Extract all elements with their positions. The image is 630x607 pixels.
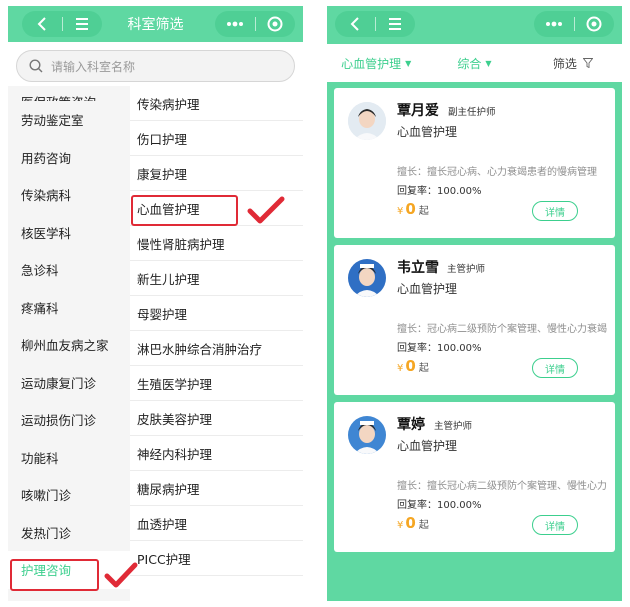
- nurse-name: 覃婷: [397, 417, 425, 433]
- department-item[interactable]: 伤口护理: [130, 121, 303, 156]
- department-filter-dropdown[interactable]: 心血管护理 ▼: [327, 55, 425, 72]
- nav-capsule-left: [22, 11, 102, 37]
- price: ¥0 起: [397, 357, 429, 375]
- nurse-card[interactable]: 覃月爱 副主任护师 心血管护理 擅长：擅长冠心病、心力衰竭患者的慢病管理 回复率…: [334, 88, 615, 238]
- close-miniprogram-icon[interactable]: [256, 16, 296, 32]
- menu-icon[interactable]: [63, 18, 103, 30]
- price: ¥0 起: [397, 200, 429, 218]
- department-filter-screen: 科室筛选 请输入科室名称 医保政策咨询 劳动鉴定室 用药咨询 传染病科 核医学科…: [8, 6, 303, 601]
- sidebar-item[interactable]: 咳嗽门诊: [8, 476, 130, 514]
- sidebar-item[interactable]: 劳动鉴定室: [8, 101, 130, 139]
- nurse-title: 主管护师: [447, 264, 486, 275]
- sidebar-item[interactable]: 医保政策咨询: [8, 86, 130, 101]
- caret-down-icon: ▼: [405, 58, 412, 68]
- sidebar-item[interactable]: 运动康复门诊: [8, 364, 130, 402]
- nurse-title: 主管护师: [434, 421, 473, 432]
- department-item[interactable]: 皮肤美容护理: [130, 401, 303, 436]
- department-item[interactable]: 血透护理: [130, 506, 303, 541]
- more-icon[interactable]: [215, 21, 255, 27]
- avatar: [348, 259, 386, 297]
- department-picker: 医保政策咨询 劳动鉴定室 用药咨询 传染病科 核医学科 急诊科 疼痛科 柳州血友…: [8, 86, 303, 601]
- category-sidebar: 医保政策咨询 劳动鉴定室 用药咨询 传染病科 核医学科 急诊科 疼痛科 柳州血友…: [8, 86, 130, 601]
- sidebar-item[interactable]: 急诊科: [8, 251, 130, 289]
- sidebar-item[interactable]: 发热门诊: [8, 514, 130, 552]
- nurse-department: 心血管护理: [397, 439, 458, 453]
- page-title: 科室筛选: [127, 17, 184, 33]
- sidebar-item[interactable]: 用药咨询: [8, 139, 130, 177]
- nav-capsule-left: [335, 11, 415, 37]
- nurse-specialty: 擅长：冠心病二级预防个案管理、慢性心力衰竭管理: [397, 324, 607, 335]
- avatar: [348, 102, 386, 140]
- checkmark-icon: [104, 562, 138, 588]
- department-list: 传染病护理 伤口护理 康复护理 心血管护理 慢性肾脏病护理 新生儿护理 母婴护理…: [130, 86, 303, 601]
- back-icon[interactable]: [335, 17, 375, 31]
- left-header: 科室筛选: [8, 6, 303, 42]
- nurse-specialty: 擅长：擅长冠心病、心力衰竭患者的慢病管理: [397, 167, 597, 178]
- sidebar-item[interactable]: 运动损伤门诊: [8, 401, 130, 439]
- filter-button[interactable]: 筛选: [524, 55, 622, 72]
- highlight-box-department: [131, 195, 238, 226]
- department-item[interactable]: 生殖医学护理: [130, 366, 303, 401]
- close-miniprogram-icon[interactable]: [575, 16, 615, 32]
- caret-down-icon: ▼: [485, 58, 492, 68]
- right-header: [327, 6, 622, 42]
- department-item[interactable]: 康复护理: [130, 156, 303, 191]
- department-item[interactable]: 传染病护理: [130, 86, 303, 121]
- department-item[interactable]: 淋巴水肿综合消肿治疗: [130, 331, 303, 366]
- search-icon: [29, 59, 43, 73]
- nav-capsule-right: [215, 11, 295, 37]
- highlight-box-category: [10, 559, 99, 591]
- nurse-name: 覃月爱: [397, 103, 439, 119]
- search-bar: 请输入科室名称: [8, 42, 303, 90]
- nurse-specialty: 擅长：擅长冠心病二级预防个案管理、慢性心力衰竭: [397, 481, 607, 492]
- menu-icon[interactable]: [376, 18, 416, 30]
- nurse-list-screen: 心血管护理 ▼ 综合 ▼ 筛选 覃月爱 副主任护师 心血管护理 擅长：擅长冠心病、心…: [327, 6, 622, 601]
- avatar: [348, 416, 386, 454]
- sidebar-item[interactable]: 核医学科: [8, 214, 130, 252]
- detail-button[interactable]: 详情: [532, 358, 578, 378]
- funnel-icon: [582, 58, 593, 68]
- nurse-department: 心血管护理: [397, 125, 458, 139]
- nurse-name: 韦立雪: [397, 260, 439, 276]
- detail-button[interactable]: 详情: [532, 201, 578, 221]
- sort-dropdown[interactable]: 综合 ▼: [425, 55, 523, 72]
- department-item[interactable]: PICC护理: [130, 541, 303, 576]
- nurse-title: 副主任护师: [448, 107, 496, 118]
- search-placeholder: 请输入科室名称: [51, 59, 136, 74]
- sidebar-item[interactable]: 柳州血友病之家: [8, 326, 130, 364]
- more-icon[interactable]: [534, 21, 574, 27]
- nurse-card[interactable]: 韦立雪 主管护师 心血管护理 擅长：冠心病二级预防个案管理、慢性心力衰竭管理 回…: [334, 245, 615, 395]
- price: ¥0 起: [397, 514, 429, 532]
- filter-bar: 心血管护理 ▼ 综合 ▼ 筛选: [327, 44, 622, 82]
- nurse-department: 心血管护理: [397, 282, 458, 296]
- department-item[interactable]: 慢性肾脏病护理: [130, 226, 303, 261]
- sidebar-item[interactable]: 功能科: [8, 439, 130, 477]
- department-item[interactable]: 母婴护理: [130, 296, 303, 331]
- checkmark-icon: [247, 196, 285, 224]
- department-item[interactable]: 糖尿病护理: [130, 471, 303, 506]
- nurse-card[interactable]: 覃婷 主管护师 心血管护理 擅长：擅长冠心病二级预防个案管理、慢性心力衰竭 回复…: [334, 402, 615, 552]
- back-icon[interactable]: [22, 17, 62, 31]
- reply-rate: 回复率：100.00%: [397, 343, 482, 354]
- department-item[interactable]: 神经内科护理: [130, 436, 303, 471]
- nav-capsule-right: [534, 11, 614, 37]
- detail-button[interactable]: 详情: [532, 515, 578, 535]
- reply-rate: 回复率：100.00%: [397, 500, 482, 511]
- sidebar-item[interactable]: 疼痛科: [8, 289, 130, 327]
- sidebar-item[interactable]: 传染病科: [8, 176, 130, 214]
- reply-rate: 回复率：100.00%: [397, 186, 482, 197]
- department-item[interactable]: 新生儿护理: [130, 261, 303, 296]
- search-input[interactable]: 请输入科室名称: [16, 50, 295, 82]
